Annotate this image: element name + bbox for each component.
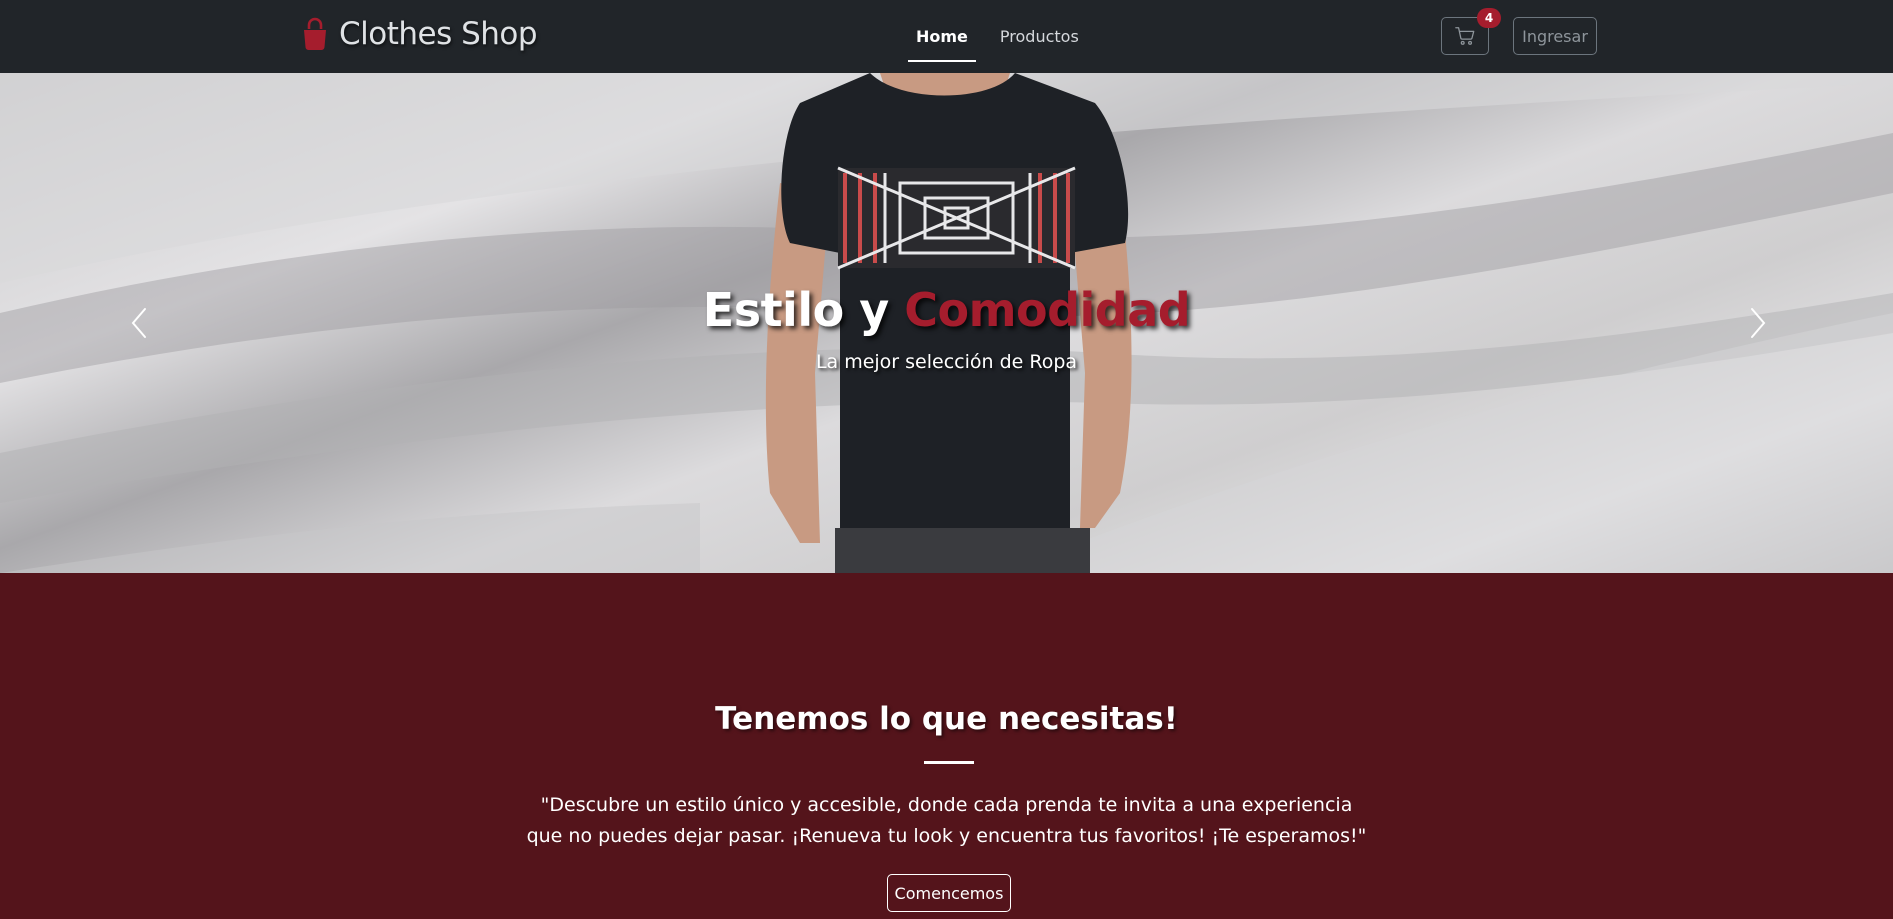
- brand-name: Clothes Shop: [339, 16, 538, 52]
- login-button[interactable]: Ingresar: [1513, 17, 1597, 55]
- section-description: "Descubre un estilo único y accesible, d…: [526, 794, 1367, 847]
- section-divider: [924, 761, 974, 764]
- intro-section: Tenemos lo que necesitas! "Descubre un e…: [0, 573, 1893, 919]
- navbar: Clothes Shop Home Productos 4 Ingresar: [0, 0, 1893, 73]
- hero-title: Estilo y Comodidad: [0, 283, 1893, 337]
- nav-links: Home Productos: [908, 0, 1079, 73]
- hero-subtitle: La mejor selección de Ropa: [815, 351, 1078, 373]
- start-button[interactable]: Comencemos: [887, 874, 1011, 912]
- nav-link-productos[interactable]: Productos: [1000, 21, 1079, 52]
- brand-link[interactable]: Clothes Shop: [301, 16, 538, 52]
- shopping-bag-icon: [304, 17, 326, 50]
- hero-title-part1: Estilo y: [702, 283, 905, 337]
- section-title: Tenemos lo que necesitas!: [715, 701, 1178, 737]
- cart-count-badge: 4: [1477, 8, 1501, 28]
- nav-link-home[interactable]: Home: [908, 21, 976, 62]
- hero-title-accent: Comodidad: [904, 283, 1191, 337]
- cart-icon: [1455, 27, 1475, 45]
- hero-carousel: Estilo y Comodidad La mejor selección de…: [0, 73, 1893, 573]
